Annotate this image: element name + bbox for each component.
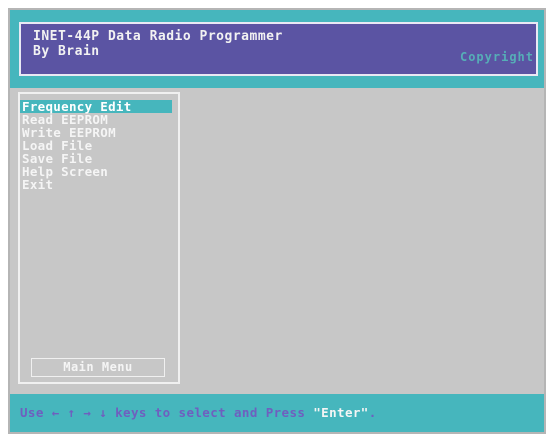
dos-screen: INET-44P Data Radio Programmer By Brain … xyxy=(8,8,546,434)
main-menu-caption: Main Menu xyxy=(31,358,165,377)
copyright-text: Copyright xyxy=(459,50,534,64)
title-bar: INET-44P Data Radio Programmer By Brain … xyxy=(10,10,544,88)
status-bar: Use ← ↑ → ↓ keys to select and Press "En… xyxy=(10,394,544,432)
main-menu-panel: Frequency Edit Read EEPROM Write EEPROM … xyxy=(18,92,180,384)
title-box: INET-44P Data Radio Programmer By Brain … xyxy=(19,22,538,76)
enter-key-label: "Enter" xyxy=(313,405,369,420)
status-hint-suffix: . xyxy=(368,405,377,420)
menu-item-exit[interactable]: Exit xyxy=(20,178,178,191)
app-title: INET-44P Data Radio Programmer xyxy=(33,29,283,44)
status-hint-prefix: Use ← ↑ → ↓ keys to select and Press xyxy=(20,405,314,420)
app-author: By Brain xyxy=(33,44,100,59)
main-menu-list: Frequency Edit Read EEPROM Write EEPROM … xyxy=(20,100,178,191)
status-hint: Use ← ↑ → ↓ keys to select and Press "En… xyxy=(20,405,377,420)
